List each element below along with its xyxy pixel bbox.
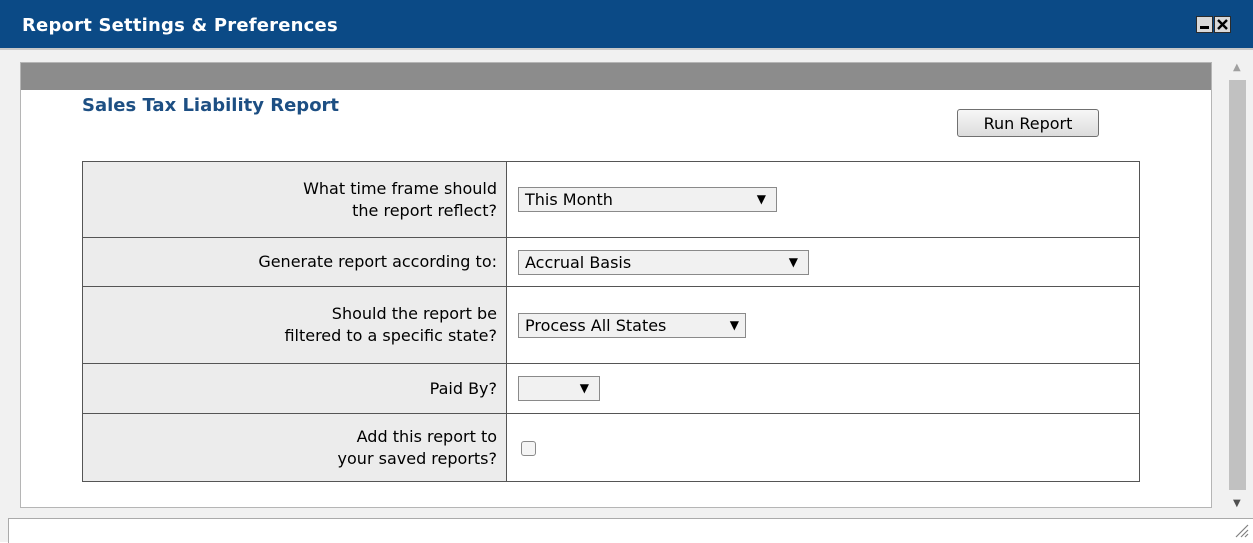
scroll-down-icon[interactable]: ▼ [1233,498,1241,509]
state-filter-label-line2: filtered to a specific state? [284,326,497,345]
settings-table: What time frame should the report reflec… [82,161,1140,482]
run-report-button[interactable]: Run Report [957,109,1099,137]
dropdown-arrow-icon: ▼ [579,381,589,395]
state-filter-value: Process All States [525,315,667,335]
settings-row-save-report: Add this report to your saved reports? [82,413,1140,482]
save-report-label-line1: Add this report to [356,426,497,446]
settings-row-time-frame: What time frame should the report reflec… [82,161,1140,238]
paid-by-label: Paid By? [82,363,507,414]
minimize-icon[interactable] [1196,16,1213,33]
basis-select[interactable]: Accrual Basis ▼ [518,249,809,275]
state-filter-select[interactable]: Process All States ▼ [518,312,746,338]
report-title: Sales Tax Liability Report [82,95,340,116]
save-report-label-line2: your saved reports? [337,448,497,468]
settings-row-basis: Generate report according to: Accrual Ba… [82,237,1140,287]
state-filter-label-line1: Should the report be [331,304,497,323]
report-panel: Sales Tax Liability Report Run Report Wh… [20,62,1212,508]
panel-header-bar [21,63,1211,90]
close-icon[interactable] [1214,16,1231,33]
scroll-up-icon[interactable]: ▲ [1233,62,1241,73]
time-frame-label-line2: the report reflect? [352,200,497,220]
save-report-cell [506,413,1140,482]
basis-value: Accrual Basis [525,252,632,272]
save-report-checkbox[interactable] [521,441,536,456]
dropdown-arrow-icon: ▼ [729,317,739,332]
time-frame-value: This Month [525,190,613,209]
settings-row-state-filter: Should the report be filtered to a speci… [82,286,1140,364]
window-title: Report Settings & Preferences [22,15,338,36]
paid-by-select[interactable]: ▼ [518,376,600,401]
time-frame-label: What time frame should the report reflec… [82,161,507,238]
basis-label: Generate report according to: [82,237,507,287]
state-filter-cell: Process All States ▼ [506,286,1140,364]
scrollbar-thumb[interactable] [1229,80,1246,490]
state-filter-label: Should the report be filtered to a speci… [82,286,507,364]
dropdown-arrow-icon: ▼ [756,192,766,206]
time-frame-cell: This Month ▼ [506,161,1140,238]
paid-by-cell: ▼ [506,363,1140,414]
basis-cell: Accrual Basis ▼ [506,237,1140,287]
paid-by-label-text: Paid By? [429,378,497,398]
time-frame-select[interactable]: This Month ▼ [518,187,777,212]
vertical-scrollbar[interactable]: ▲ ▼ [1222,52,1253,518]
dialog-footer [8,518,1253,543]
window-titlebar: Report Settings & Preferences [0,0,1253,50]
basis-label-text: Generate report according to: [258,252,497,271]
time-frame-label-line1: What time frame should [303,178,497,198]
save-report-label: Add this report to your saved reports? [82,413,507,482]
settings-row-paid-by: Paid By? ▼ [82,363,1140,414]
resize-grip-icon[interactable] [1233,522,1249,538]
dropdown-arrow-icon: ▼ [788,254,798,269]
